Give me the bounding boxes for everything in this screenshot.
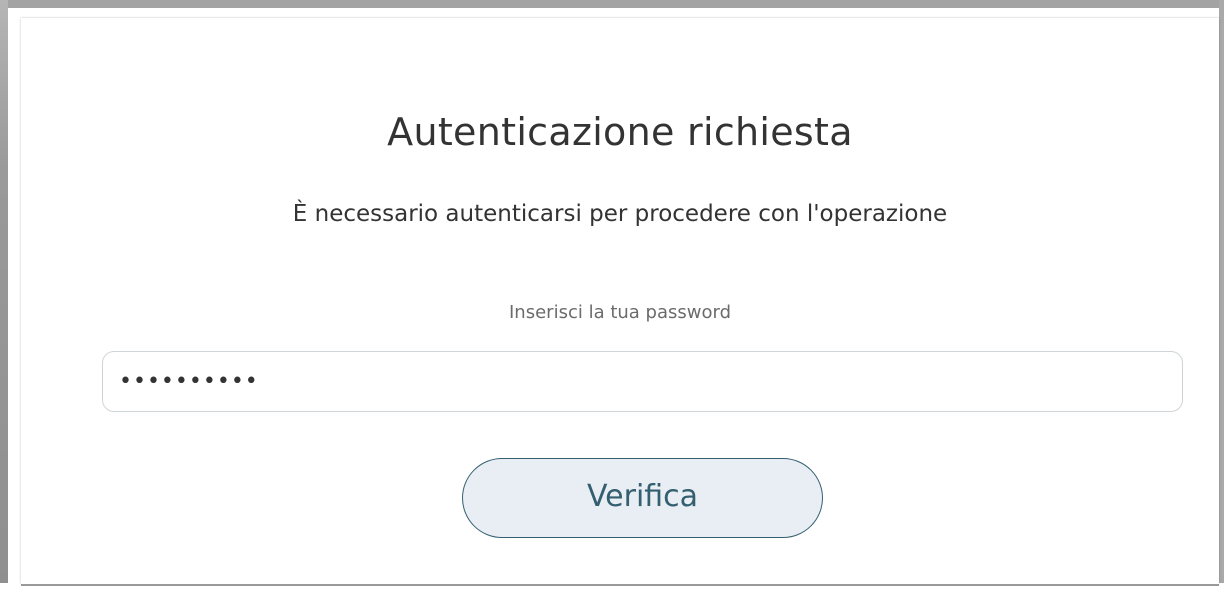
- dialog-subtitle: È necessario autenticarsi per procedere …: [292, 201, 948, 227]
- password-input[interactable]: ••••••••••: [102, 351, 1183, 412]
- backdrop-top-edge: [0, 0, 1224, 8]
- backdrop-right-edge: [1219, 0, 1224, 589]
- dialog-bottom-border: [21, 584, 1219, 586]
- password-masked-value: ••••••••••: [119, 369, 259, 394]
- backdrop-left-edge: [0, 0, 8, 589]
- password-label: Inserisci la tua password: [509, 302, 731, 323]
- verify-button[interactable]: Verifica: [462, 458, 823, 538]
- dialog-title: Autenticazione richiesta: [387, 110, 853, 154]
- authentication-dialog: Autenticazione richiesta È necessario au…: [21, 18, 1219, 584]
